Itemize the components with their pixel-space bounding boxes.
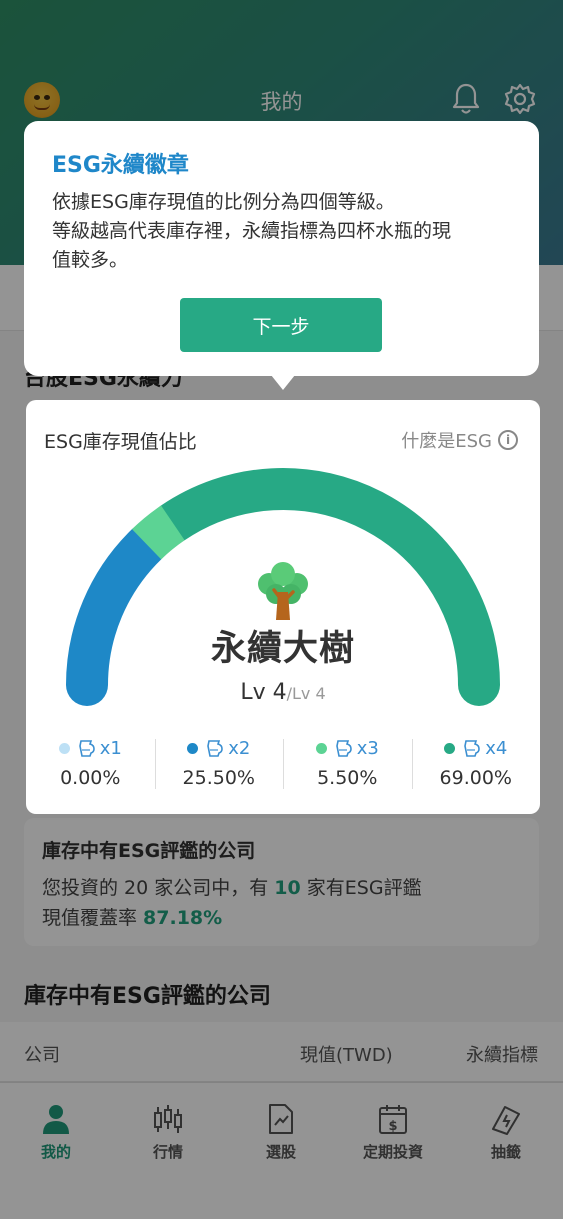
level-percent: 0.00% <box>60 767 121 789</box>
next-step-button[interactable]: 下一步 <box>180 298 382 352</box>
badge-level: Lv 4/Lv 4 <box>26 680 540 705</box>
water-bottle-icon <box>335 740 352 757</box>
level-item: x3 5.50% <box>283 737 412 791</box>
esg-card: ESG庫存現值佔比 什麼是ESG i 永續大樹 Lv 4/Lv 4 x1 0.0… <box>26 400 540 814</box>
level-multiplier: x3 <box>356 737 379 759</box>
tooltip-body: 依據ESG庫存現值的比例分為四個等級。 等級越高代表庫存裡，永續指標為四杯水瓶的… <box>52 188 511 275</box>
what-is-esg-link[interactable]: 什麼是ESG i <box>401 427 518 453</box>
tooltip-line: 依據ESG庫存現值的比例分為四個等級。 <box>52 191 395 213</box>
level-breakdown: x1 0.00% x2 25.50% x3 5.50% x4 69.00% <box>26 737 540 791</box>
level-item: x4 69.00% <box>411 737 541 791</box>
level-multiplier: x2 <box>228 737 251 759</box>
tooltip-title: ESG永續徽章 <box>52 153 189 178</box>
level-current: Lv 4 <box>240 680 287 705</box>
tooltip-line: 等級越高代表庫存裡，永續指標為四杯水瓶的現 <box>52 220 452 242</box>
water-bottle-icon <box>464 740 480 757</box>
gauge-segment-x3 <box>131 505 185 560</box>
level-multiplier: x4 <box>485 737 508 759</box>
water-bottle-icon <box>78 740 95 757</box>
legend-dot <box>58 742 70 754</box>
legend-dot <box>315 742 327 754</box>
level-percent: 25.50% <box>182 767 255 789</box>
level-multiplier: x1 <box>99 737 122 759</box>
level-percent: 5.50% <box>317 767 378 789</box>
level-max: /Lv 4 <box>286 684 326 703</box>
coach-tooltip: ESG永續徽章 依據ESG庫存現值的比例分為四個等級。 等級越高代表庫存裡，永續… <box>24 121 539 390</box>
legend-dot <box>187 742 199 754</box>
info-icon: i <box>498 430 518 450</box>
esg-card-title: ESG庫存現值佔比 <box>44 431 197 453</box>
what-is-esg-label: 什麼是ESG <box>401 431 492 452</box>
level-percent: 69.00% <box>439 767 512 789</box>
esg-gauge <box>66 468 500 706</box>
legend-dot <box>444 742 456 754</box>
water-bottle-icon <box>207 740 223 757</box>
tooltip-line: 值較多。 <box>52 249 129 271</box>
tree-icon <box>258 562 308 620</box>
badge-name: 永續大樹 <box>210 629 355 669</box>
level-item: x2 25.50% <box>154 737 284 791</box>
level-item: x1 0.00% <box>26 737 155 791</box>
